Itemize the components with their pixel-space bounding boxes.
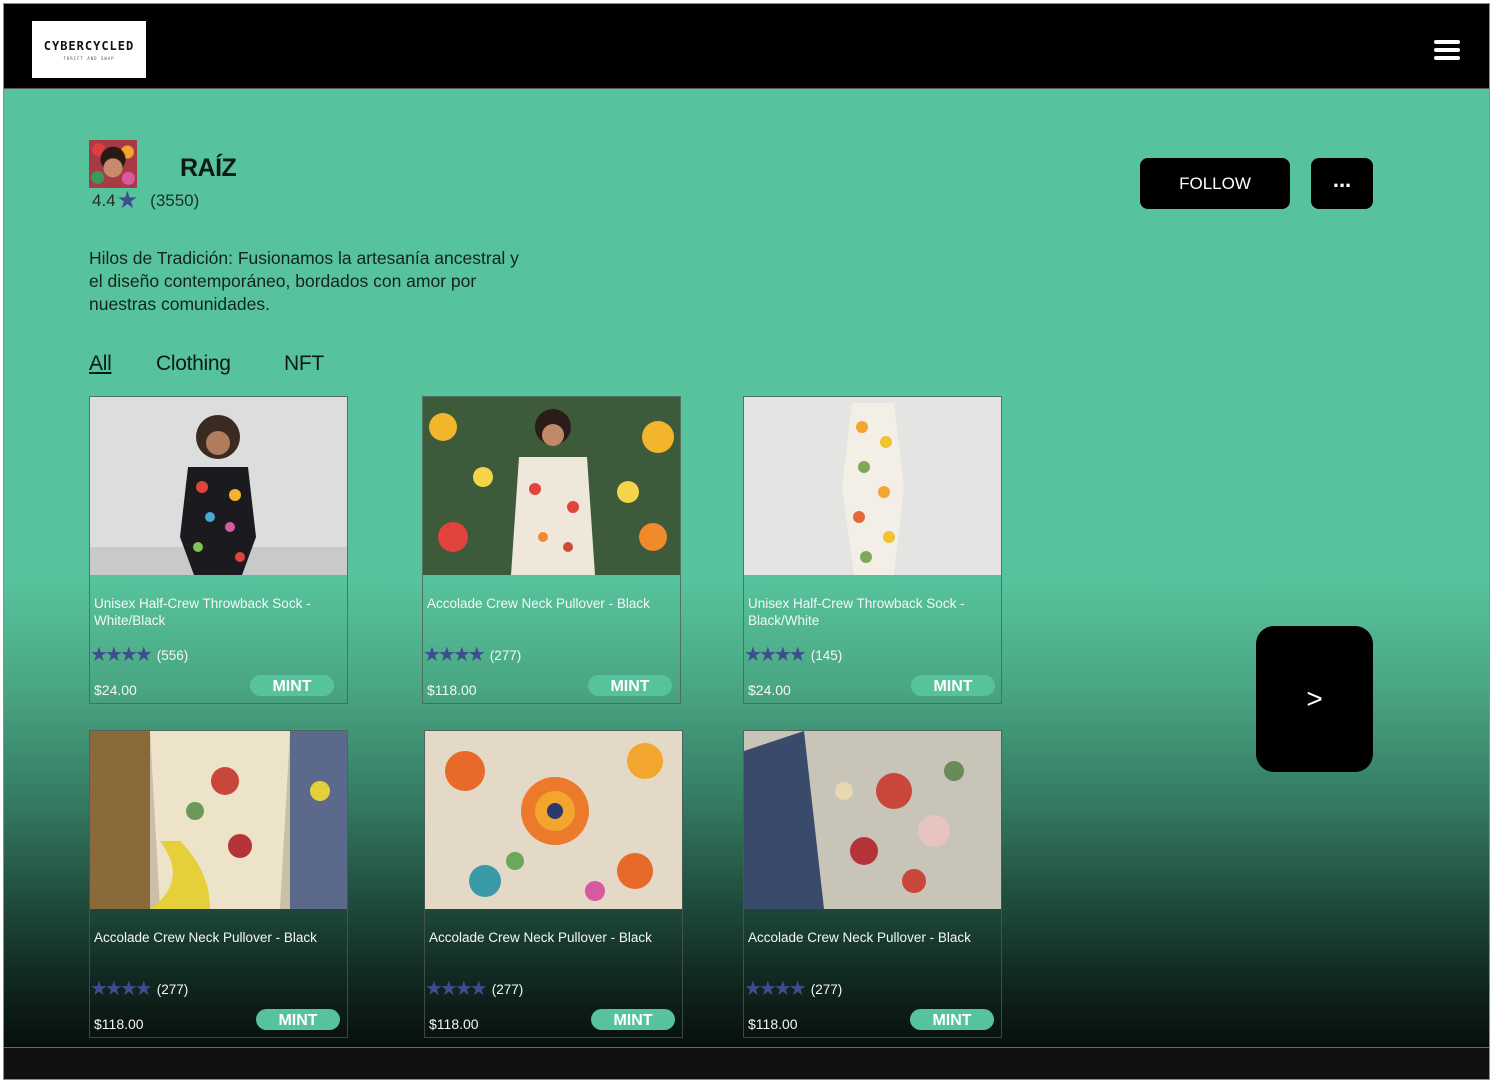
product-name[interactable]: Accolade Crew Neck Pullover - Black (429, 929, 669, 946)
star-rating-icon: ★★★★ (423, 644, 486, 666)
shop-avatar[interactable] (89, 140, 137, 188)
product-photo (744, 397, 1001, 575)
rating-value: 4.4 (92, 191, 116, 210)
product-rating: ★★★★ (277) (744, 979, 842, 999)
product-card[interactable]: Accolade Crew Neck Pullover - Black ★★★★… (89, 730, 348, 1038)
product-image[interactable] (423, 397, 680, 575)
product-price: $24.00 (748, 682, 791, 698)
product-photo (744, 731, 1001, 909)
product-image[interactable] (90, 731, 347, 909)
product-name[interactable]: Accolade Crew Neck Pullover - Black (427, 595, 667, 612)
mint-button[interactable]: MINT (910, 1009, 994, 1030)
star-rating-icon: ★★★★ (744, 978, 807, 1000)
more-options-button[interactable]: ... (1311, 158, 1373, 209)
mint-button[interactable]: MINT (911, 675, 995, 696)
product-rating: ★★★★ (556) (90, 645, 188, 665)
product-price: $118.00 (748, 1016, 798, 1032)
shop-name: RAÍZ (180, 154, 237, 182)
product-card[interactable]: Accolade Crew Neck Pullover - Black ★★★★… (743, 730, 1002, 1038)
mint-button[interactable]: MINT (250, 675, 334, 696)
product-price: $118.00 (94, 1016, 144, 1032)
rating-count: (3550) (150, 191, 200, 210)
review-count: (277) (810, 981, 843, 997)
star-rating-icon: ★★★★ (744, 644, 807, 666)
product-card[interactable]: Accolade Crew Neck Pullover - Black ★★★★… (422, 396, 681, 704)
product-card[interactable]: Unisex Half-Crew Throwback Sock - White/… (89, 396, 348, 704)
product-price: $118.00 (429, 1016, 479, 1032)
product-image[interactable] (90, 397, 347, 575)
product-photo (90, 397, 347, 575)
product-name[interactable]: Unisex Half-Crew Throwback Sock - White/… (94, 595, 334, 629)
mint-button[interactable]: MINT (591, 1009, 675, 1030)
footer-bar (4, 1047, 1489, 1079)
menu-line (1434, 40, 1460, 44)
review-count: (556) (156, 647, 189, 663)
product-image[interactable] (744, 397, 1001, 575)
menu-line (1434, 48, 1460, 52)
top-nav-bar: CYBERCYCLED THRIFT AND SWAP (4, 4, 1489, 89)
product-name[interactable]: Accolade Crew Neck Pullover - Black (94, 929, 334, 946)
mint-button[interactable]: MINT (256, 1009, 340, 1030)
review-count: (145) (810, 647, 843, 663)
product-rating: ★★★★ (277) (423, 645, 521, 665)
product-rating: ★★★★ (145) (744, 645, 842, 665)
tab-nft[interactable]: NFT (284, 352, 324, 376)
product-photo (425, 731, 682, 909)
tab-all[interactable]: All (89, 352, 112, 376)
product-rating: ★★★★ (277) (425, 979, 523, 999)
product-name[interactable]: Unisex Half-Crew Throwback Sock - Black/… (748, 595, 988, 629)
tab-clothing[interactable]: Clothing (156, 352, 231, 376)
star-icon: ★ (116, 187, 139, 214)
brand-logo[interactable]: CYBERCYCLED THRIFT AND SWAP (32, 21, 146, 78)
star-rating-icon: ★★★★ (90, 978, 153, 1000)
product-name[interactable]: Accolade Crew Neck Pullover - Black (748, 929, 988, 946)
mint-button[interactable]: MINT (588, 675, 672, 696)
shop-rating: 4.4 ★ (3550) (92, 189, 199, 213)
logo-subtitle: THRIFT AND SWAP (63, 55, 115, 61)
product-card[interactable]: Accolade Crew Neck Pullover - Black ★★★★… (424, 730, 683, 1038)
page-frame: CYBERCYCLED THRIFT AND SWAP RAÍZ 4.4 ★ (… (3, 3, 1490, 1080)
product-rating: ★★★★ (277) (90, 979, 188, 999)
review-count: (277) (156, 981, 189, 997)
star-rating-icon: ★★★★ (425, 978, 488, 1000)
logo-title: CYBERCYCLED (43, 38, 135, 53)
shop-description: Hilos de Tradición: Fusionamos la artesa… (89, 248, 519, 314)
product-photo (90, 731, 347, 909)
review-count: (277) (489, 647, 522, 663)
hamburger-menu-icon[interactable] (1434, 40, 1460, 62)
next-page-button[interactable]: > (1256, 626, 1373, 772)
product-card[interactable]: Unisex Half-Crew Throwback Sock - Black/… (743, 396, 1002, 704)
menu-line (1434, 56, 1460, 60)
product-photo (423, 397, 680, 575)
product-price: $24.00 (94, 682, 137, 698)
star-rating-icon: ★★★★ (90, 644, 153, 666)
product-image[interactable] (425, 731, 682, 909)
product-image[interactable] (744, 731, 1001, 909)
product-price: $118.00 (427, 682, 477, 698)
follow-button[interactable]: FOLLOW (1140, 158, 1290, 209)
review-count: (277) (491, 981, 524, 997)
